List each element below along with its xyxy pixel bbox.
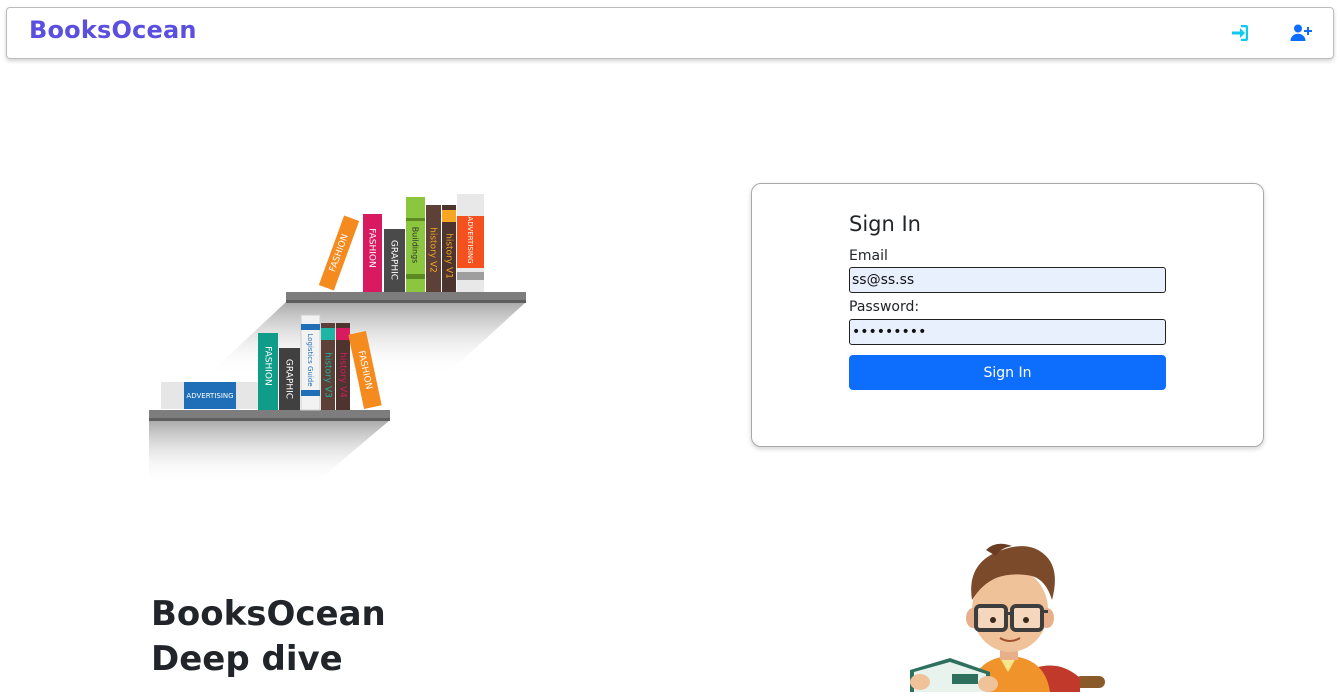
email-label: Email: [849, 248, 888, 264]
top-book-2: FASHION: [363, 214, 382, 292]
sign-in-button[interactable]: Sign In: [849, 355, 1166, 390]
password-input[interactable]: [849, 319, 1166, 345]
user-plus-icon[interactable]: [1289, 21, 1313, 45]
top-book-5: history V2: [426, 205, 441, 292]
svg-text:ADVERTISING: ADVERTISING: [186, 392, 233, 400]
bottom-book-3: GRAPHIC: [279, 348, 300, 410]
svg-text:FASHION: FASHION: [263, 346, 273, 385]
brand-logo[interactable]: BooksOcean: [29, 16, 197, 44]
reader-illustration: [900, 540, 1120, 692]
bottom-book-6: history V4: [336, 323, 350, 410]
bottom-book-5: history V3: [321, 323, 335, 410]
top-book-1: FASHION: [318, 215, 360, 291]
sign-in-card: Sign In Email Password: Sign In: [751, 183, 1264, 447]
svg-text:Logistics Guide: Logistics Guide: [306, 333, 314, 386]
email-input[interactable]: [849, 267, 1166, 293]
svg-text:history V1: history V1: [444, 233, 454, 279]
hero-line-2: Deep dive: [151, 639, 343, 679]
bottom-book-2: FASHION: [258, 333, 278, 410]
svg-text:Buildings: Buildings: [411, 227, 420, 264]
top-book-3: GRAPHIC: [384, 229, 405, 292]
bottom-book-4: Logistics Guide: [300, 314, 321, 411]
bookshelf-illustration: FASHION FASHION GRAPHIC Buildings histor…: [148, 190, 528, 490]
sign-in-icon[interactable]: [1228, 21, 1252, 45]
hero-heading: BooksOcean Deep dive: [151, 592, 386, 682]
top-book-6: history V1: [442, 205, 456, 292]
hero-line-1: BooksOcean: [151, 594, 386, 634]
sign-in-title: Sign In: [849, 212, 921, 236]
password-label: Password:: [849, 299, 920, 315]
svg-text:FASHION: FASHION: [367, 228, 377, 267]
svg-text:GRAPHIC: GRAPHIC: [389, 240, 399, 280]
svg-text:history V3: history V3: [323, 352, 333, 398]
svg-text:GRAPHIC: GRAPHIC: [284, 359, 294, 399]
svg-text:history V4: history V4: [338, 352, 348, 398]
bottom-book-1: ADVERTISING: [161, 382, 259, 409]
svg-text:ADVERTISING: ADVERTISING: [466, 216, 474, 263]
top-navbar: BooksOcean: [6, 7, 1334, 59]
top-book-4: Buildings: [406, 197, 425, 292]
top-book-7: ADVERTISING: [457, 194, 484, 292]
svg-text:history V2: history V2: [428, 227, 438, 273]
